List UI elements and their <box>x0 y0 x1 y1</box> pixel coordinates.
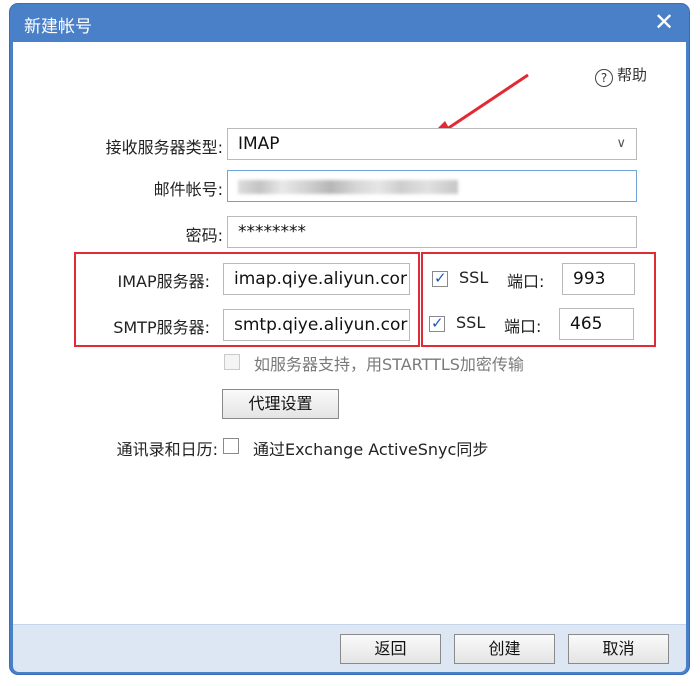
receive-type-value: IMAP <box>238 134 280 154</box>
imap-port-label: 端口: <box>507 272 545 291</box>
redacted-email <box>238 180 458 194</box>
imap-port-field[interactable]: 993 <box>562 263 635 295</box>
exchange-sync-checkbox[interactable] <box>223 438 239 454</box>
exchange-sync-label: 通过Exchange ActiveSnyc同步 <box>253 440 489 459</box>
imap-server-field[interactable]: imap.qiye.aliyun.cor <box>223 263 410 295</box>
smtp-port-label: 端口: <box>504 317 542 336</box>
help-link[interactable]: ? 帮助 <box>595 64 647 87</box>
imap-server-label: IMAP服务器: <box>117 272 210 291</box>
create-button[interactable]: 创建 <box>454 634 555 664</box>
cancel-button[interactable]: 取消 <box>568 634 669 664</box>
chevron-down-icon[interactable]: ∨ <box>616 129 626 159</box>
proxy-settings-button[interactable]: 代理设置 <box>222 389 339 419</box>
email-field[interactable] <box>227 170 637 202</box>
smtp-server-field[interactable]: smtp.qiye.aliyun.cor <box>223 309 410 341</box>
receive-type-label: 接收服务器类型: <box>105 138 223 157</box>
question-circle-icon: ? <box>595 69 613 87</box>
smtp-server-label: SMTP服务器: <box>113 318 210 337</box>
dialog-title: 新建帐号 <box>24 17 92 37</box>
starttls-label: 如服务器支持，用STARTTLS加密传输 <box>254 355 524 374</box>
dialog-body: ? 帮助 接收服务器类型: IMAP ∨ 邮件帐号: 密码: ******** I… <box>13 42 686 624</box>
password-field[interactable]: ******** <box>227 216 637 248</box>
help-label: 帮助 <box>617 66 648 84</box>
password-label: 密码: <box>185 226 223 245</box>
contacts-calendar-label: 通讯录和日历: <box>116 440 218 459</box>
close-icon[interactable]: ✕ <box>651 10 677 36</box>
imap-ssl-checkbox[interactable] <box>432 269 448 287</box>
imap-ssl-label: SSL <box>459 268 489 287</box>
email-label: 邮件帐号: <box>153 180 223 199</box>
title-bar[interactable]: 新建帐号 ✕ <box>10 4 689 42</box>
new-account-dialog: 新建帐号 ✕ ? 帮助 接收服务器类型: IMAP ∨ 邮件帐号: 密码: ***… <box>10 4 689 674</box>
receive-type-select[interactable]: IMAP ∨ <box>227 128 637 160</box>
smtp-ssl-checkbox[interactable] <box>429 314 445 332</box>
dialog-footer: 返回 创建 取消 <box>13 624 686 672</box>
starttls-checkbox[interactable] <box>224 354 240 370</box>
back-button[interactable]: 返回 <box>340 634 441 664</box>
smtp-port-field[interactable]: 465 <box>559 308 634 340</box>
smtp-ssl-label: SSL <box>456 313 486 332</box>
